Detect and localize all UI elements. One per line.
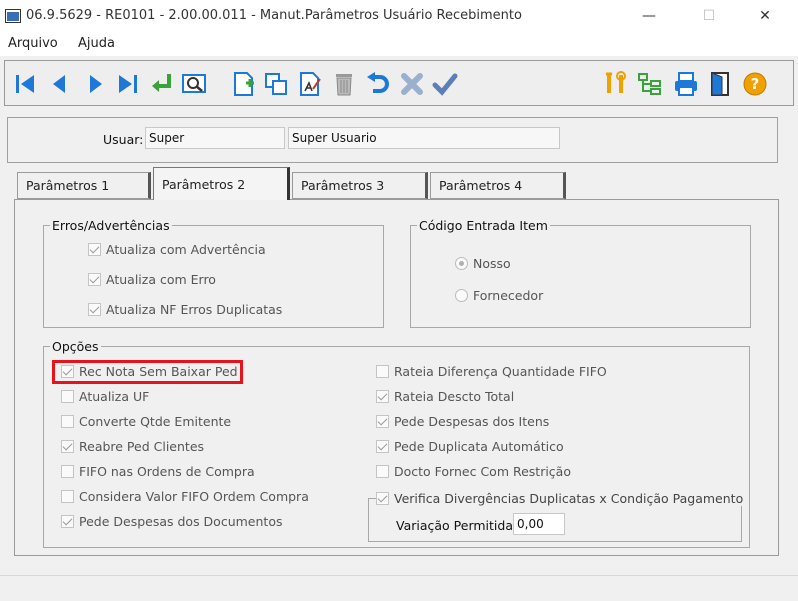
checkbox-pede-duplicata-automatico[interactable]: Pede Duplicata Automático	[376, 439, 564, 454]
checkbox-box[interactable]	[61, 490, 74, 503]
app-icon	[5, 9, 21, 23]
confirm-icon[interactable]	[432, 71, 458, 97]
checkbox-box[interactable]	[88, 303, 101, 316]
menu-arquivo[interactable]: Arquivo	[8, 36, 58, 51]
window-title: 06.9.5629 - RE0101 - 2.00.00.011 - Manut…	[26, 8, 522, 23]
checkbox-atualiza-advertencia[interactable]: Atualiza com Advertência	[88, 242, 266, 257]
status-bar	[0, 575, 798, 601]
tab-parametros-3[interactable]: Parâmetros 3	[292, 172, 428, 199]
checkbox-box[interactable]	[88, 243, 101, 256]
checkbox-box[interactable]	[376, 390, 389, 403]
checkbox-box[interactable]	[61, 465, 74, 478]
first-record-icon[interactable]	[12, 71, 38, 97]
checkbox-converte-qtde[interactable]: Converte Qtde Emitente	[61, 414, 231, 429]
radio-label: Nosso	[473, 256, 511, 271]
new-record-icon[interactable]	[231, 71, 257, 97]
cancel-icon[interactable]	[399, 71, 425, 97]
checkbox-box[interactable]	[61, 390, 74, 403]
radio-label: Fornecedor	[473, 288, 544, 303]
checkbox-verifica-divergencias[interactable]: Verifica Divergências Duplicatas x Condi…	[376, 491, 747, 506]
errors-group-legend: Erros/Advertências	[52, 218, 170, 233]
checkbox-label: Docto Fornec Com Restrição	[394, 464, 571, 479]
checkbox-label: Converte Qtde Emitente	[79, 414, 232, 429]
previous-record-icon[interactable]	[47, 71, 73, 97]
menu-ajuda[interactable]: Ajuda	[78, 36, 115, 51]
checkbox-docto-fornec-restricao[interactable]: Docto Fornec Com Restrição	[376, 464, 571, 479]
checkbox-box[interactable]	[376, 365, 389, 378]
maximize-button[interactable]: ☐	[686, 0, 732, 32]
checkbox-label: Considera Valor FIFO Ordem Compra	[79, 489, 309, 504]
checkbox-considera-valor-fifo[interactable]: Considera Valor FIFO Ordem Compra	[61, 489, 309, 504]
options-group-legend: Opções	[52, 339, 99, 354]
user-code-field[interactable]: Super	[145, 127, 285, 149]
undo-icon[interactable]	[365, 71, 391, 97]
checkbox-reabre-ped-clientes[interactable]: Reabre Ped Clientes	[61, 439, 204, 454]
entry-code-group-legend: Código Entrada Item	[419, 218, 548, 233]
divergence-group-border	[368, 498, 376, 499]
tolerance-input[interactable]: 0,00	[513, 513, 565, 535]
radio-button[interactable]	[455, 257, 468, 270]
entry-code-group: Código Entrada Item	[410, 218, 751, 328]
checkbox-label: Atualiza NF Erros Duplicatas	[106, 302, 283, 317]
delete-record-icon[interactable]	[331, 71, 357, 97]
checkbox-label: Atualiza com Erro	[106, 272, 216, 287]
tree-structure-icon[interactable]	[637, 71, 663, 97]
search-icon[interactable]	[181, 71, 207, 97]
checkbox-label: Rateia Diferença Quantidade FIFO	[394, 364, 607, 379]
highlight-box	[52, 360, 243, 384]
checkbox-box[interactable]	[376, 415, 389, 428]
last-record-icon[interactable]	[115, 71, 141, 97]
checkbox-label: Rateia Descto Total	[394, 389, 515, 404]
radio-fornecedor[interactable]: Fornecedor	[455, 288, 543, 303]
user-label: Usuar:	[103, 132, 144, 147]
svg-text:?: ?	[751, 75, 760, 93]
go-to-icon[interactable]	[149, 71, 175, 97]
checkbox-label: Atualiza com Advertência	[106, 242, 266, 257]
checkbox-rateia-descto-total[interactable]: Rateia Descto Total	[376, 389, 514, 404]
checkbox-box[interactable]	[61, 415, 74, 428]
menu-bar	[0, 32, 798, 56]
exit-icon[interactable]	[707, 71, 733, 97]
tolerance-label: Variação Permitida:	[396, 518, 518, 533]
checkbox-pede-despesas-documentos[interactable]: Pede Despesas dos Documentos	[61, 514, 282, 529]
next-record-icon[interactable]	[82, 71, 108, 97]
checkbox-atualiza-erro[interactable]: Atualiza com Erro	[88, 272, 216, 287]
checkbox-label: Pede Despesas dos Documentos	[79, 514, 283, 529]
tab-parametros-1[interactable]: Parâmetros 1	[17, 172, 151, 199]
user-name-field: Super Usuario	[288, 127, 560, 149]
tab-parametros-4[interactable]: Parâmetros 4	[430, 172, 566, 199]
checkbox-box[interactable]	[88, 273, 101, 286]
title-bar: 06.9.5629 - RE0101 - 2.00.00.011 - Manut…	[0, 0, 798, 32]
checkbox-box[interactable]	[376, 492, 389, 505]
checkbox-box[interactable]	[376, 440, 389, 453]
close-button[interactable]: ✕	[742, 0, 788, 32]
checkbox-pede-despesas-itens[interactable]: Pede Despesas dos Itens	[376, 414, 549, 429]
tools-icon[interactable]	[603, 71, 629, 97]
toolbar: ?	[4, 60, 794, 106]
checkbox-label: Pede Duplicata Automático	[394, 439, 564, 454]
minimize-button[interactable]: —	[626, 0, 672, 32]
checkbox-rateia-diferenca-fifo[interactable]: Rateia Diferença Quantidade FIFO	[376, 364, 607, 379]
checkbox-label: Pede Despesas dos Itens	[394, 414, 550, 429]
radio-button[interactable]	[455, 289, 468, 302]
print-icon[interactable]	[673, 71, 699, 97]
checkbox-fifo-ordens-compra[interactable]: FIFO nas Ordens de Compra	[61, 464, 255, 479]
checkbox-atualiza-uf[interactable]: Atualiza UF	[61, 389, 149, 404]
checkbox-label: Verifica Divergências Duplicatas x Condi…	[394, 491, 744, 506]
checkbox-atualiza-nf-erros[interactable]: Atualiza NF Erros Duplicatas	[88, 302, 282, 317]
checkbox-label: FIFO nas Ordens de Compra	[79, 464, 255, 479]
tab-parametros-2[interactable]: Parâmetros 2	[153, 167, 290, 200]
checkbox-box[interactable]	[376, 465, 389, 478]
copy-record-icon[interactable]	[263, 71, 289, 97]
checkbox-box[interactable]	[61, 515, 74, 528]
checkbox-box[interactable]	[61, 440, 74, 453]
checkbox-label: Reabre Ped Clientes	[79, 439, 205, 454]
help-icon[interactable]: ?	[742, 71, 768, 97]
edit-record-icon[interactable]	[297, 71, 323, 97]
radio-nosso[interactable]: Nosso	[455, 256, 511, 271]
checkbox-label: Atualiza UF	[79, 389, 150, 404]
